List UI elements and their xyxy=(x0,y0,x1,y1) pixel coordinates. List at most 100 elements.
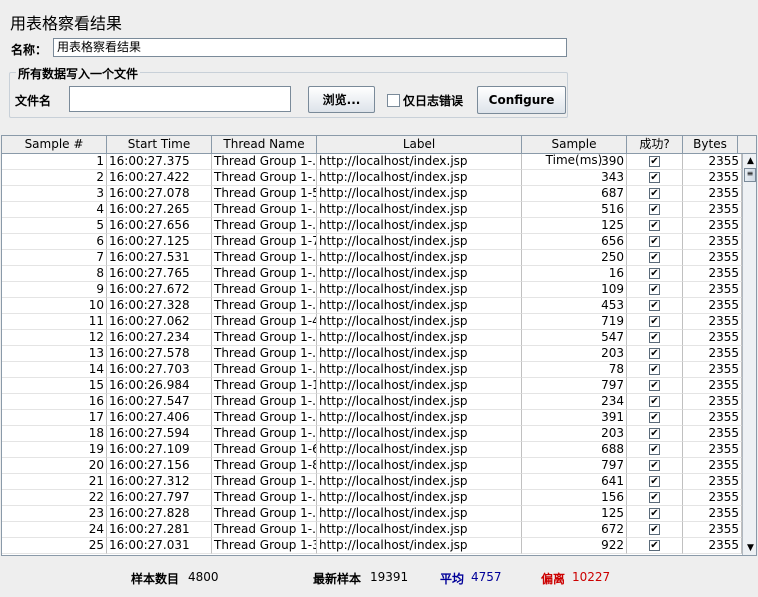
cell-success: ✔ xyxy=(627,394,683,410)
scroll-thumb[interactable]: ≡ xyxy=(744,168,756,182)
cell-thread-name: Thread Group 1-... xyxy=(212,490,317,506)
cell-sample-number: 16 xyxy=(2,394,107,410)
table-row[interactable]: 22 16:00:27.797 Thread Group 1-... http://l… xyxy=(2,490,742,506)
cell-label: http://localhost/index.jsp xyxy=(317,442,522,458)
cell-bytes: 2355 xyxy=(683,410,742,426)
file-group-legend: 所有数据写入一个文件 xyxy=(16,65,141,82)
cell-bytes: 2355 xyxy=(683,474,742,490)
table-row[interactable]: 19 16:00:27.109 Thread Group 1-6 http://loc… xyxy=(2,442,742,458)
cell-bytes: 2355 xyxy=(683,218,742,234)
cell-success: ✔ xyxy=(627,250,683,266)
browse-button[interactable]: 浏览... xyxy=(308,86,375,113)
cell-thread-name: Thread Group 1-... xyxy=(212,250,317,266)
checkbox-checked-icon: ✔ xyxy=(649,492,660,503)
table-row[interactable]: 2 16:00:27.422 Thread Group 1-... http://lo… xyxy=(2,170,742,186)
table-row[interactable]: 3 16:00:27.078 Thread Group 1-5 http://loca… xyxy=(2,186,742,202)
cell-thread-name: Thread Group 1-... xyxy=(212,282,317,298)
table-row[interactable]: 20 16:00:27.156 Thread Group 1-8 http://loc… xyxy=(2,458,742,474)
cell-sample-number: 8 xyxy=(2,266,107,282)
cell-sample-time: 516 xyxy=(522,202,627,218)
cell-start-time: 16:00:27.422 xyxy=(107,170,212,186)
table-row[interactable]: 17 16:00:27.406 Thread Group 1-... http://l… xyxy=(2,410,742,426)
cell-bytes: 2355 xyxy=(683,250,742,266)
cell-sample-time: 641 xyxy=(522,474,627,490)
checkbox-checked-icon: ✔ xyxy=(649,380,660,391)
cell-sample-number: 12 xyxy=(2,330,107,346)
table-row[interactable]: 9 16:00:27.672 Thread Group 1-... http://lo… xyxy=(2,282,742,298)
table-row[interactable]: 15 16:00:26.984 Thread Group 1-1 http://loc… xyxy=(2,378,742,394)
scroll-up-arrow-icon[interactable]: ▲ xyxy=(743,154,756,168)
cell-start-time: 16:00:27.265 xyxy=(107,202,212,218)
column-header-label[interactable]: Label xyxy=(317,136,522,153)
file-name-label: 文件名 xyxy=(15,94,52,108)
table-row[interactable]: 13 16:00:27.578 Thread Group 1-... http://l… xyxy=(2,346,742,362)
table-row[interactable]: 25 16:00:27.031 Thread Group 1-3 http://loc… xyxy=(2,538,742,554)
table-row[interactable]: 21 16:00:27.312 Thread Group 1-... http://l… xyxy=(2,474,742,490)
cell-sample-time: 234 xyxy=(522,394,627,410)
cell-label: http://localhost/index.jsp xyxy=(317,314,522,330)
table-row[interactable]: 10 16:00:27.328 Thread Group 1-... http://l… xyxy=(2,298,742,314)
table-row[interactable]: 6 16:00:27.125 Thread Group 1-7 http://loca… xyxy=(2,234,742,250)
checkbox-checked-icon: ✔ xyxy=(649,332,660,343)
column-header-bytes[interactable]: Bytes xyxy=(683,136,738,153)
cell-label: http://localhost/index.jsp xyxy=(317,298,522,314)
cell-bytes: 2355 xyxy=(683,362,742,378)
cell-sample-time: 16 xyxy=(522,266,627,282)
table-row[interactable]: 14 16:00:27.703 Thread Group 1-... http://l… xyxy=(2,362,742,378)
name-input[interactable]: 用表格察看结果 xyxy=(53,38,567,57)
cell-thread-name: Thread Group 1-... xyxy=(212,410,317,426)
column-header-sample-time[interactable]: Sample Time(ms) xyxy=(522,136,627,167)
checkbox-checked-icon: ✔ xyxy=(649,348,660,359)
column-header-thread-name[interactable]: Thread Name xyxy=(212,136,317,153)
errors-only-checkbox[interactable] xyxy=(387,94,400,107)
cell-success: ✔ xyxy=(627,282,683,298)
cell-start-time: 16:00:27.328 xyxy=(107,298,212,314)
cell-sample-time: 922 xyxy=(522,538,627,554)
table-row[interactable]: 16 16:00:27.547 Thread Group 1-... http://l… xyxy=(2,394,742,410)
cell-start-time: 16:00:27.703 xyxy=(107,362,212,378)
cell-thread-name: Thread Group 1-7 xyxy=(212,234,317,250)
checkbox-checked-icon: ✔ xyxy=(649,236,660,247)
cell-label: http://localhost/index.jsp xyxy=(317,426,522,442)
cell-bytes: 2355 xyxy=(683,522,742,538)
file-name-input[interactable] xyxy=(69,86,291,112)
table-row[interactable]: 4 16:00:27.265 Thread Group 1-... http://lo… xyxy=(2,202,742,218)
vertical-scrollbar[interactable]: ▲ ≡ ▼ xyxy=(742,154,756,555)
table-row[interactable]: 7 16:00:27.531 Thread Group 1-... http://lo… xyxy=(2,250,742,266)
cell-thread-name: Thread Group 1-... xyxy=(212,154,317,170)
scroll-down-arrow-icon[interactable]: ▼ xyxy=(743,541,756,555)
column-header-sample[interactable]: Sample # xyxy=(2,136,107,153)
checkbox-checked-icon: ✔ xyxy=(649,252,660,263)
cell-label: http://localhost/index.jsp xyxy=(317,506,522,522)
configure-button[interactable]: Configure xyxy=(477,86,566,114)
table-row[interactable]: 12 16:00:27.234 Thread Group 1-... http://l… xyxy=(2,330,742,346)
cell-sample-time: 797 xyxy=(522,458,627,474)
cell-sample-number: 3 xyxy=(2,186,107,202)
column-header-start-time[interactable]: Start Time xyxy=(107,136,212,153)
cell-start-time: 16:00:27.656 xyxy=(107,218,212,234)
cell-sample-number: 23 xyxy=(2,506,107,522)
column-header-success[interactable]: 成功? xyxy=(627,136,683,153)
cell-bytes: 2355 xyxy=(683,170,742,186)
cell-label: http://localhost/index.jsp xyxy=(317,202,522,218)
table-row[interactable]: 8 16:00:27.765 Thread Group 1-... http://lo… xyxy=(2,266,742,282)
name-label: 名称： xyxy=(11,43,48,57)
cell-success: ✔ xyxy=(627,362,683,378)
cell-sample-time: 687 xyxy=(522,186,627,202)
cell-start-time: 16:00:27.797 xyxy=(107,490,212,506)
cell-sample-time: 547 xyxy=(522,330,627,346)
table-row[interactable]: 18 16:00:27.594 Thread Group 1-... http://l… xyxy=(2,426,742,442)
cell-sample-number: 2 xyxy=(2,170,107,186)
cell-sample-number: 1 xyxy=(2,154,107,170)
samples-count-value: 4800 xyxy=(188,570,219,584)
table-row[interactable]: 23 16:00:27.828 Thread Group 1-... http://l… xyxy=(2,506,742,522)
cell-success: ✔ xyxy=(627,170,683,186)
table-row[interactable]: 11 16:00:27.062 Thread Group 1-4 http://loc… xyxy=(2,314,742,330)
checkbox-checked-icon: ✔ xyxy=(649,156,660,167)
cell-success: ✔ xyxy=(627,506,683,522)
table-row[interactable]: 24 16:00:27.281 Thread Group 1-... http://l… xyxy=(2,522,742,538)
table-row[interactable]: 5 16:00:27.656 Thread Group 1-... http://lo… xyxy=(2,218,742,234)
cell-sample-number: 18 xyxy=(2,426,107,442)
cell-thread-name: Thread Group 1-... xyxy=(212,362,317,378)
table-row[interactable]: 1 16:00:27.375 Thread Group 1-... http://lo… xyxy=(2,154,742,170)
